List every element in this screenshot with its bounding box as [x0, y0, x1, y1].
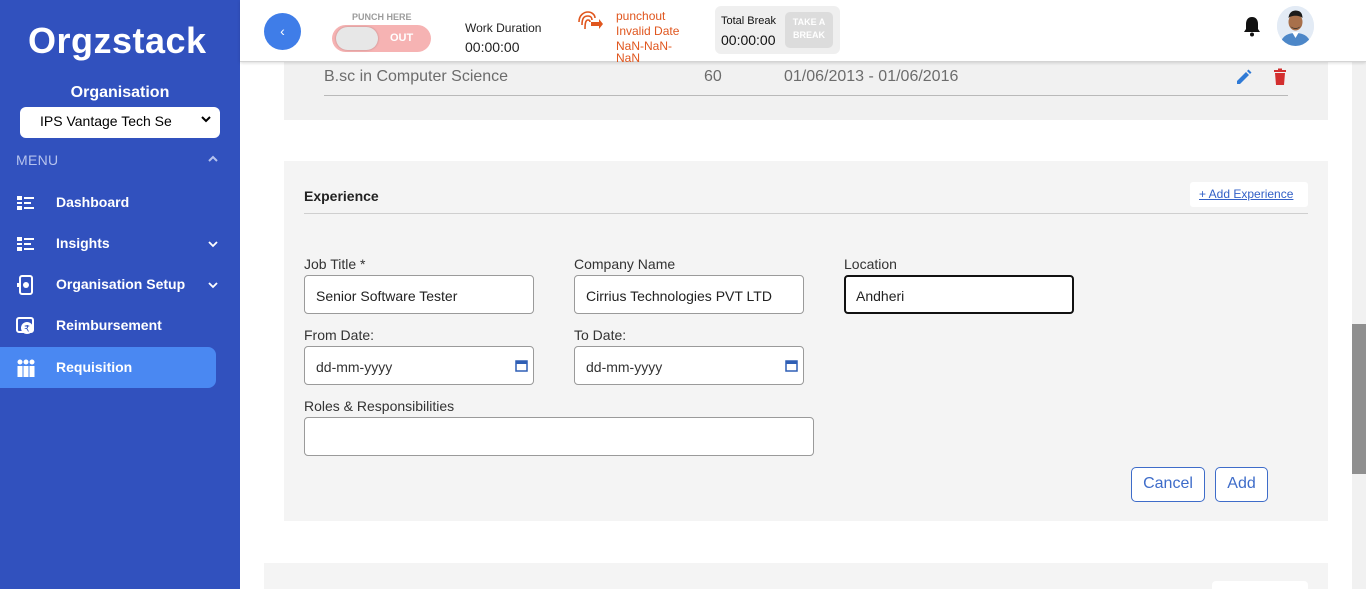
education-degree: B.sc in Computer Science [324, 68, 509, 85]
sidebar-item-label: Organisation Setup [56, 276, 186, 292]
from-date-input[interactable]: dd-mm-yyyy [304, 346, 534, 385]
total-break-label: Total Break [721, 15, 777, 27]
add-button[interactable]: Add [1215, 467, 1268, 502]
to-date-value: dd-mm-yyyy [586, 359, 663, 375]
organisation-label: Organisation [70, 84, 170, 101]
from-date-label: From Date: [304, 327, 375, 343]
experience-title: Experience [304, 188, 379, 204]
delete-icon[interactable] [1272, 68, 1288, 86]
scrollbar-thumb[interactable] [1352, 324, 1366, 474]
dashboard-icon [17, 196, 34, 210]
sidebar-item-label: Dashboard [56, 194, 130, 210]
punch-status: punchout Invalid Date NaN-NaN- NaN [616, 9, 679, 66]
education-row: B.sc in Computer Science 60 01/06/2013 -… [324, 60, 1288, 96]
top-bar: ‹ PUNCH HERE OUT Work Duration 00:00:00 … [240, 0, 1366, 65]
take-break-label: TAKE A [792, 17, 826, 27]
requisition-icon [17, 359, 35, 377]
job-title-label: Job Title * [304, 256, 366, 272]
fingerprint-icon [578, 11, 603, 30]
sidebar-item-organisation-setup[interactable]: Organisation Setup [0, 264, 218, 305]
experience-panel: Experience + Add Experience Job Title * … [284, 161, 1328, 521]
organisation-select[interactable]: IPS Vantage Tech Se [20, 107, 220, 138]
take-break-label: BREAK [792, 30, 825, 40]
location-label: Location [844, 256, 897, 272]
add-experience-link[interactable]: + Add Experience [1190, 182, 1308, 207]
chevron-up-icon[interactable] [206, 152, 220, 166]
total-break-value: 00:00:00 [721, 32, 776, 48]
brand-logo: Orgzstack [28, 20, 207, 61]
from-date-value: dd-mm-yyyy [316, 359, 393, 375]
next-section-button[interactable] [1212, 581, 1308, 589]
avatar[interactable] [1277, 6, 1314, 46]
sidebar-item-label: Insights [56, 235, 110, 251]
job-title-input[interactable]: Senior Software Tester [304, 275, 534, 314]
sidebar-item-dashboard[interactable]: Dashboard [0, 182, 216, 223]
take-break-button[interactable]: TAKE A BREAK [785, 12, 833, 48]
education-panel: B.sc in Computer Science 60 01/06/2013 -… [284, 60, 1328, 120]
menu-heading: MENU [16, 152, 59, 168]
section-divider [304, 213, 1308, 214]
sidebar-item-requisition[interactable]: Requisition [0, 347, 216, 388]
punch-status-line: punchout [616, 9, 666, 23]
work-duration-value: 00:00:00 [465, 39, 520, 55]
chevron-down-icon [208, 282, 218, 289]
user-photo [1277, 6, 1314, 46]
app-root: Orgzstack Organisation IPS Vantage Tech … [0, 0, 1366, 589]
insights-icon [17, 237, 34, 251]
calendar-icon[interactable] [785, 359, 798, 372]
toggle-knob [336, 27, 378, 50]
next-section-panel [264, 563, 1328, 589]
calendar-icon[interactable] [515, 359, 528, 372]
cancel-button[interactable]: Cancel [1131, 467, 1205, 502]
chevron-down-icon [201, 116, 211, 123]
punch-state: OUT [390, 32, 414, 44]
sidebar-item-reimbursement[interactable]: ₹ Reimbursement [0, 305, 216, 346]
main-content: B.sc in Computer Science 60 01/06/2013 -… [240, 0, 1366, 589]
reimbursement-icon: ₹ [16, 317, 34, 335]
total-break-box: Total Break 00:00:00 TAKE A BREAK [715, 6, 840, 54]
work-duration-label: Work Duration [465, 21, 542, 35]
roles-label: Roles & Responsibilities [304, 398, 455, 414]
roles-input[interactable] [304, 417, 814, 456]
organisation-setup-icon [17, 275, 33, 295]
chevron-down-icon [208, 241, 218, 248]
back-button[interactable]: ‹ [264, 13, 301, 50]
to-date-input[interactable]: dd-mm-yyyy [574, 346, 804, 385]
to-date-label: To Date: [574, 327, 627, 343]
education-score: 60 [704, 68, 722, 85]
sidebar: Orgzstack Organisation IPS Vantage Tech … [0, 0, 240, 589]
edit-icon[interactable] [1235, 68, 1253, 86]
punch-label: PUNCH HERE [352, 12, 412, 22]
organisation-select-value: IPS Vantage Tech Se [40, 113, 172, 129]
punch-status-line: Invalid Date [616, 24, 680, 38]
sidebar-item-insights[interactable]: Insights [0, 223, 218, 264]
punch-toggle[interactable]: OUT [332, 25, 431, 52]
company-name-input[interactable]: Cirrius Technologies PVT LTD [574, 275, 804, 314]
sidebar-item-label: Requisition [56, 359, 133, 375]
bell-icon[interactable] [1242, 15, 1262, 37]
sidebar-item-label: Reimbursement [56, 317, 162, 333]
location-input[interactable]: Andheri [844, 275, 1074, 314]
company-name-label: Company Name [574, 256, 676, 272]
svg-text:₹: ₹ [24, 325, 30, 335]
education-dates: 01/06/2013 - 01/06/2016 [784, 68, 959, 85]
